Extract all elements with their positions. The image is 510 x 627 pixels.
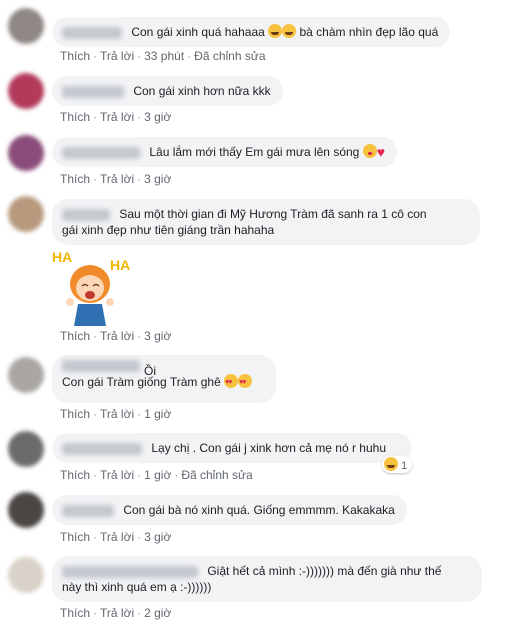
like-link[interactable]: Thích <box>60 172 90 186</box>
comment-bubble: Ồi Con gái Tràm giống Tràm ghê <box>52 355 276 403</box>
reaction-count: 1 <box>401 460 408 472</box>
commenter-name[interactable] <box>62 26 122 39</box>
edited-label[interactable]: Đã chỉnh sửa <box>194 49 265 63</box>
comment-bubble: Con gái xinh quá hahaaa bà chàm nhìn đẹp… <box>52 17 451 47</box>
comment-bubble: Giật hết cả mình :-))))))) mà đến già nh… <box>52 556 482 602</box>
comment-actions: Thích · Trả lời · 3 giờ <box>60 329 172 343</box>
reply-link[interactable]: Trả lời <box>100 49 134 63</box>
comment-actions: Thích · Trả lời · 3 giờ <box>60 172 172 186</box>
commenter-avatar[interactable] <box>8 431 44 467</box>
comment-bubble: Sau một thời gian đi Mỹ Hương Tràm đã sa… <box>52 199 480 245</box>
commenter-avatar[interactable] <box>8 135 44 171</box>
timestamp[interactable]: 3 giờ <box>144 530 171 544</box>
timestamp[interactable]: 1 giờ <box>144 468 171 482</box>
commenter-name[interactable] <box>62 146 140 159</box>
comment-text: Lâu lắm mới thấy Em gái mưa lên sóng <box>149 145 360 159</box>
commenter-avatar[interactable] <box>8 557 44 593</box>
timestamp[interactable]: 2 giờ <box>144 606 171 620</box>
comment-text-line2: này thì xinh quá em ạ :-)))))) <box>62 580 212 594</box>
heart-eyes-emoji-icon <box>238 374 253 391</box>
comment-actions: Thích · Trả lời · 1 giờ <box>60 407 172 421</box>
like-link[interactable]: Thích <box>60 468 90 482</box>
comment-text-line2: gái xinh đẹp như tiên giáng trần hahaha <box>62 223 275 237</box>
like-link[interactable]: Thích <box>60 407 90 421</box>
comment-text: Con gái bà nó xinh quá. Giống emmmm. Kak… <box>123 503 395 517</box>
comment-text-line1: Sau một thời gian đi Mỹ Hương Tràm đã sa… <box>119 207 427 221</box>
comment-bubble: Lạy chị . Con gái j xink hơn cả mẹ nó r … <box>52 433 412 463</box>
reply-link[interactable]: Trả lời <box>100 606 134 620</box>
timestamp[interactable]: 3 giờ <box>144 329 171 343</box>
comment-actions: Thích · Trả lời · 2 giờ <box>60 606 172 620</box>
comment-text-cont: bà chàm nhìn đẹp lão quá <box>299 25 439 39</box>
like-link[interactable]: Thích <box>60 530 90 544</box>
reply-link[interactable]: Trả lời <box>100 407 134 421</box>
commenter-name[interactable] <box>62 208 110 221</box>
comment-actions: Thích · Trả lời · 33 phút · Đã chỉnh sửa <box>60 49 266 63</box>
commenter-name[interactable] <box>62 504 114 517</box>
timestamp[interactable]: 33 phút <box>144 49 184 63</box>
like-link[interactable]: Thích <box>60 329 90 343</box>
like-link[interactable]: Thích <box>60 606 90 620</box>
reply-link[interactable]: Trả lời <box>100 172 134 186</box>
heart-icon: ♥ <box>376 144 385 160</box>
like-link[interactable]: Thích <box>60 49 90 63</box>
edited-label[interactable]: Đã chỉnh sửa <box>181 468 252 482</box>
comment-bubble: Con gái xinh hơn nữa kkk <box>52 76 283 106</box>
reply-link[interactable]: Trả lời <box>100 530 134 544</box>
laughing-girl-sticker[interactable]: HA HA <box>52 246 134 328</box>
commenter-name[interactable] <box>62 442 142 455</box>
comment-text: Con gái xinh quá hahaaa <box>131 25 265 39</box>
commenter-name[interactable] <box>62 360 140 372</box>
commenter-avatar[interactable] <box>8 8 44 44</box>
reply-link[interactable]: Trả lời <box>100 468 134 482</box>
heart-eyes-emoji-icon <box>224 374 239 391</box>
comment-text: Con gái xinh hơn nữa kkk <box>133 84 271 98</box>
sticker-ha-left: HA <box>52 249 72 265</box>
comment-bubble: Con gái bà nó xinh quá. Giống emmmm. Kak… <box>52 495 407 525</box>
comment-text-line2: Con gái Tràm giống Tràm ghê <box>62 375 221 389</box>
comment-actions: Thích · Trả lời · 1 giờ · Đã chỉnh sửa <box>60 468 253 482</box>
timestamp[interactable]: 1 giờ <box>144 407 171 421</box>
commenter-avatar[interactable] <box>8 196 44 232</box>
reply-link[interactable]: Trả lời <box>100 329 134 343</box>
like-link[interactable]: Thích <box>60 110 90 124</box>
commenter-name[interactable] <box>62 85 124 98</box>
commenter-name[interactable] <box>62 565 198 578</box>
sticker-ha-right: HA <box>110 257 130 273</box>
timestamp[interactable]: 3 giờ <box>144 110 171 124</box>
commenter-avatar[interactable] <box>8 73 44 109</box>
comment-actions: Thích · Trả lời · 3 giờ <box>60 110 172 124</box>
commenter-avatar[interactable] <box>8 357 44 393</box>
rofl-emoji-icon <box>268 24 283 38</box>
comment-actions: Thích · Trả lời · 3 giờ <box>60 530 172 544</box>
reply-link[interactable]: Trả lời <box>100 110 134 124</box>
comment-text-line1: Ồi <box>144 364 156 378</box>
comment-text: Lạy chị . Con gái j xink hơn cả mẹ nó r … <box>151 441 387 455</box>
timestamp[interactable]: 3 giờ <box>144 172 171 186</box>
haha-reaction-icon <box>384 457 398 471</box>
rofl-emoji-icon <box>282 24 297 38</box>
kiss-emoji-icon <box>362 144 377 158</box>
reaction-badge[interactable]: 1 <box>382 456 413 473</box>
comment-bubble: Lâu lắm mới thấy Em gái mưa lên sóng ♥ <box>52 137 397 167</box>
comment-text-line1: Giật hết cả mình :-))))))) mà đến già nh… <box>207 564 442 578</box>
commenter-avatar[interactable] <box>8 492 44 528</box>
